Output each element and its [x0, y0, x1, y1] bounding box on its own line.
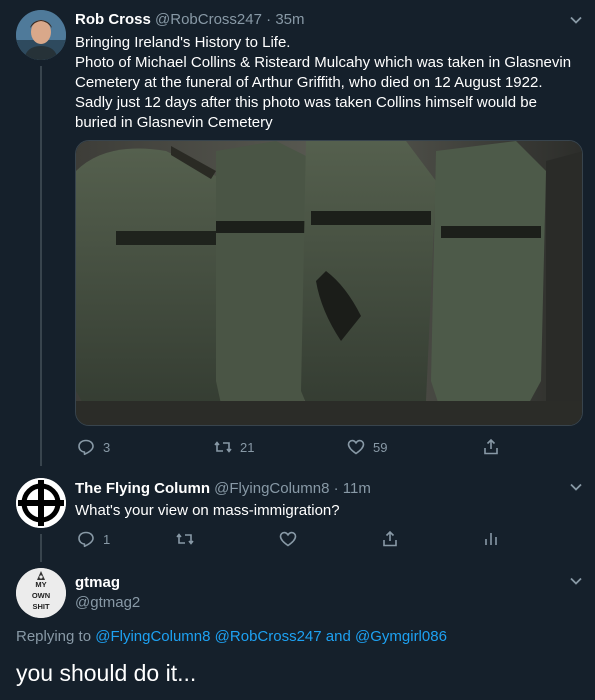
avatar-flying-column[interactable]: [16, 478, 66, 528]
avatar-text-line-3: SHIT: [32, 602, 50, 611]
avatar-text-line-2: OWN: [32, 591, 50, 600]
thread-connector-2: [40, 534, 42, 562]
replying-to-label: Replying to: [16, 628, 92, 645]
tweet2-text: What's your view on mass-immigration?: [75, 502, 340, 519]
replying-to: Replying to @FlyingColumn8 @RobCross247 …: [16, 628, 447, 645]
tweet1-handle[interactable]: @RobCross247: [155, 11, 262, 28]
tweet2-analytics-button[interactable]: [482, 530, 500, 548]
tweet2-timestamp[interactable]: 11m: [343, 480, 371, 497]
avatar-rob-cross[interactable]: [16, 10, 66, 60]
tweet1-retweet-button[interactable]: 21: [214, 438, 254, 456]
tweet3-author-name[interactable]: gtmag: [75, 574, 120, 591]
reply-icon: [78, 439, 94, 456]
tweet1-text: Bringing Ireland's History to Life. Phot…: [75, 33, 580, 133]
avatar-gtmag[interactable]: MY OWN SHIT: [16, 568, 66, 618]
retweet-icon: [176, 533, 194, 545]
tweet2-share-button[interactable]: [381, 530, 399, 548]
tweet3-handle[interactable]: @gtmag2: [75, 594, 140, 611]
analytics-icon: [485, 533, 497, 545]
reply-icon: [78, 531, 94, 548]
chevron-down-icon[interactable]: [567, 11, 585, 29]
tweet2-reply-button[interactable]: 1: [77, 530, 110, 548]
tweet1-like-count: 59: [373, 439, 388, 455]
chevron-down-icon[interactable]: [567, 478, 585, 496]
tweet2-reply-count: 1: [103, 531, 111, 547]
tweet2-retweet-button[interactable]: [176, 530, 194, 548]
mention-gymgirl086[interactable]: @Gymgirl086: [355, 628, 447, 645]
retweet-icon: [214, 441, 232, 453]
tweet1-retweet-count: 21: [240, 439, 255, 455]
tweet2-header: The Flying Column @FlyingColumn8 · 11m: [75, 480, 371, 497]
mention-and: and: [325, 628, 351, 645]
tweet1-text-line1: Bringing Ireland's History to Life.: [75, 34, 291, 51]
mention-robcross247[interactable]: @RobCross247: [215, 628, 322, 645]
tweet2-separator: ·: [333, 480, 339, 497]
tweet3-text: you should do it...: [16, 660, 197, 686]
tweet1-timestamp[interactable]: 35m: [275, 11, 304, 28]
tweet1-reply-button[interactable]: 3: [77, 438, 110, 456]
tweet1-like-button[interactable]: 59: [347, 438, 387, 456]
thread-connector-1: [40, 66, 42, 466]
tweet2-author-name[interactable]: The Flying Column: [75, 480, 210, 497]
tweet2-like-button[interactable]: [279, 530, 297, 548]
avatar-text-line-1: MY: [35, 580, 46, 589]
tweet1-photo[interactable]: [75, 140, 583, 426]
share-icon: [484, 438, 498, 455]
tweet1-separator: ·: [266, 11, 272, 28]
tweet1-header: Rob Cross @RobCross247 · 35m: [75, 11, 305, 28]
tweet1-text-body: Photo of Michael Collins & Risteard Mulc…: [75, 54, 572, 131]
chevron-down-icon[interactable]: [567, 572, 585, 590]
tweet1-share-button[interactable]: [482, 438, 500, 456]
mention-flyingcolumn8[interactable]: @FlyingColumn8: [95, 628, 210, 645]
like-icon: [347, 439, 365, 455]
tweet1-author-name[interactable]: Rob Cross: [75, 11, 151, 28]
like-icon: [279, 531, 297, 547]
share-icon: [383, 530, 397, 547]
tweet2-handle[interactable]: @FlyingColumn8: [214, 480, 329, 497]
tweet1-reply-count: 3: [103, 439, 111, 455]
